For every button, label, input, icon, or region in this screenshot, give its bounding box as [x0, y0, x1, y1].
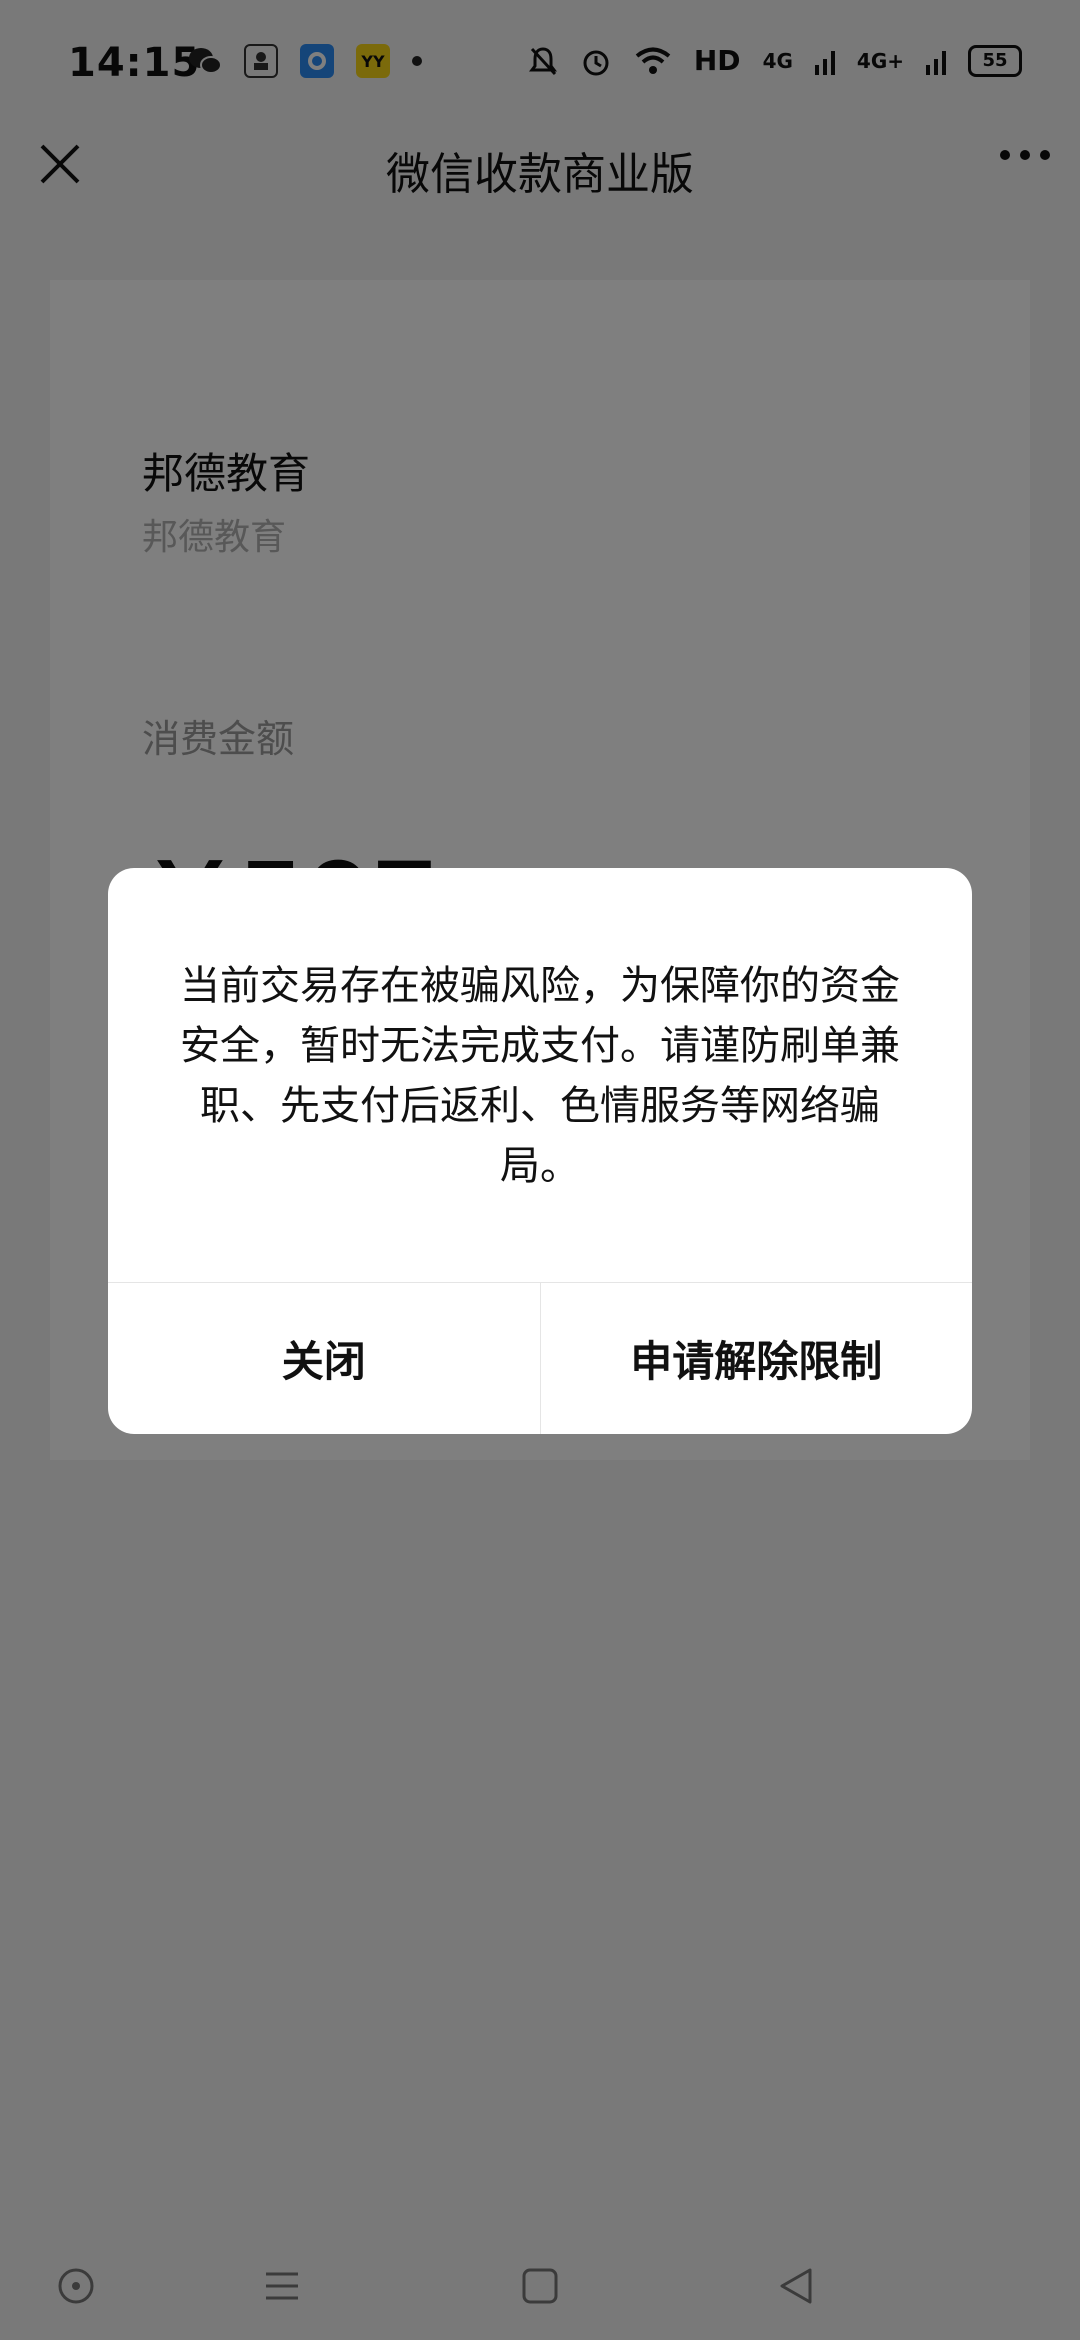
dialog-buttons: 关闭 申请解除限制	[108, 1283, 972, 1434]
dialog-close-button[interactable]: 关闭	[108, 1283, 540, 1434]
request-lift-restriction-button[interactable]: 申请解除限制	[541, 1283, 973, 1434]
risk-warning-dialog: 当前交易存在被骗风险，为保障你的资金安全，暂时无法完成支付。请谨防刷单兼职、先支…	[108, 868, 972, 1434]
dialog-message: 当前交易存在被骗风险，为保障你的资金安全，暂时无法完成支付。请谨防刷单兼职、先支…	[180, 963, 900, 1189]
